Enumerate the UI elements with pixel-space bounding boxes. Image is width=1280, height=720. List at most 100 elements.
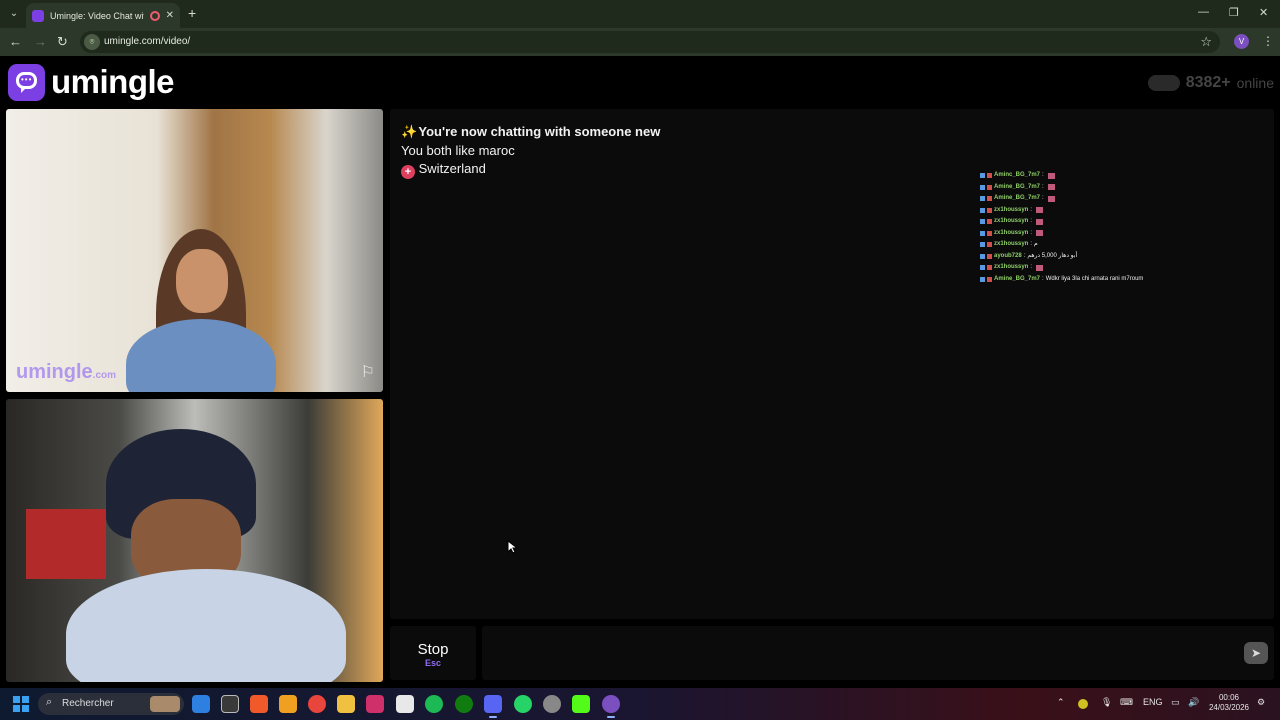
overlay-chat-row: zx1houssyn : bbox=[980, 216, 1272, 228]
search-icon: ⌕ bbox=[46, 696, 53, 708]
stop-button[interactable]: Stop Esc bbox=[390, 626, 476, 680]
stop-shortcut: Esc bbox=[424, 658, 441, 668]
overlay-username: zx1houssyn bbox=[994, 229, 1029, 236]
xbox-icon[interactable] bbox=[455, 695, 473, 713]
emote-icon bbox=[1047, 172, 1055, 179]
notification-icon[interactable]: ⚙ bbox=[1257, 697, 1265, 708]
brand-name: umingle bbox=[51, 63, 175, 100]
user-badge-icon bbox=[987, 219, 992, 225]
bookmark-star-icon[interactable]: ☆ bbox=[1200, 34, 1212, 50]
back-icon[interactable]: ← bbox=[9, 35, 22, 49]
defender-icon[interactable] bbox=[192, 695, 210, 713]
emote-icon bbox=[1036, 218, 1044, 225]
microphone-icon[interactable]: 🎙 bbox=[1101, 697, 1112, 708]
overlay-chat-row: zx1houssyn : bbox=[980, 262, 1272, 274]
overlay-chat-row: Aminc_BG_7m7 : bbox=[980, 170, 1272, 182]
platform-badge-icon bbox=[980, 207, 985, 213]
user-badge-icon bbox=[987, 184, 992, 190]
discord-icon[interactable] bbox=[484, 695, 502, 718]
system-clock[interactable]: 00:06 24/03/2026 bbox=[1208, 693, 1250, 713]
overlay-chat-row: zx1houssyn : bbox=[980, 228, 1272, 240]
overlay-username: zx1houssyn bbox=[994, 218, 1029, 225]
taskbar-search[interactable]: ⌕ Rechercher bbox=[38, 693, 184, 715]
user-badge-icon bbox=[987, 242, 992, 248]
url-text[interactable]: umingle.com/video/ bbox=[104, 36, 190, 47]
task-view-icon[interactable] bbox=[221, 695, 239, 713]
chrome-profile-icon[interactable] bbox=[602, 695, 620, 718]
overlay-username: zx1houssyn bbox=[994, 241, 1029, 248]
address-bar[interactable]: ⌾ umingle.com/video/ ☆ bbox=[80, 31, 1220, 53]
overlay-chat-row: Amine_BG_7m7 : bbox=[980, 182, 1272, 194]
tray-app-icon[interactable] bbox=[1078, 699, 1088, 709]
store-icon[interactable] bbox=[396, 695, 414, 713]
umingle-logo[interactable]: ••• umingle bbox=[8, 63, 175, 101]
jersey-frame bbox=[26, 509, 106, 579]
report-flag-icon[interactable]: ⚐ bbox=[361, 362, 375, 382]
status-title: You're now chatting with someone new bbox=[418, 124, 661, 139]
online-count: 8382+ bbox=[1185, 74, 1231, 91]
message-input[interactable] bbox=[482, 626, 1274, 680]
obs-icon[interactable] bbox=[543, 695, 561, 713]
stranger-shirt bbox=[126, 319, 276, 392]
swiss-flag-icon: + bbox=[401, 165, 415, 179]
tray-overflow-icon[interactable]: ⌃ bbox=[1057, 697, 1065, 708]
stranger-face bbox=[176, 249, 228, 313]
instagram-icon[interactable] bbox=[366, 695, 384, 713]
whatsapp-icon[interactable] bbox=[514, 695, 532, 713]
user-badge-icon bbox=[987, 253, 992, 259]
profile-avatar[interactable]: V bbox=[1234, 34, 1249, 49]
site-info-icon[interactable]: ⌾ bbox=[84, 34, 100, 50]
keyboard-icon[interactable]: ⌨ bbox=[1120, 697, 1133, 708]
vlc-icon[interactable] bbox=[279, 695, 297, 713]
clock-time: 00:06 bbox=[1218, 693, 1240, 702]
brave-icon[interactable] bbox=[250, 695, 268, 713]
file-explorer-icon[interactable] bbox=[337, 695, 355, 713]
common-interest: You both like maroc bbox=[401, 143, 515, 158]
network-icon[interactable]: ▭ bbox=[1171, 697, 1180, 708]
overlay-username: zx1houssyn bbox=[994, 264, 1029, 271]
chrome-icon[interactable] bbox=[308, 695, 326, 713]
windows-start-icon[interactable] bbox=[13, 696, 29, 712]
user-badge-icon bbox=[987, 173, 992, 179]
tab-title: Umingle: Video Chat with S bbox=[50, 10, 144, 21]
platform-badge-icon bbox=[980, 173, 985, 179]
search-label: Rechercher bbox=[62, 698, 114, 709]
tab-list-button[interactable]: ⌄ bbox=[6, 6, 22, 22]
stream-chat-overlay: Aminc_BG_7m7 : Amine_BG_7m7 : Amine_BG_7m7… bbox=[980, 170, 1272, 285]
spotify-icon[interactable] bbox=[425, 695, 443, 713]
platform-badge-icon bbox=[980, 242, 985, 248]
platform-badge-icon bbox=[980, 230, 985, 236]
online-toggle[interactable] bbox=[1147, 75, 1180, 91]
user-badge-icon bbox=[987, 265, 992, 271]
kick-icon[interactable] bbox=[572, 695, 590, 713]
reload-icon[interactable]: ↻ bbox=[57, 35, 68, 49]
overlay-message: م bbox=[1034, 241, 1038, 248]
minimize-icon[interactable]: — bbox=[1198, 6, 1209, 18]
overlay-chat-row: Amine_BG_7m7 : bbox=[980, 193, 1272, 205]
overlay-chat-row: ayoub728 : أبو دهار 5,000 درهم bbox=[980, 251, 1272, 263]
close-window-icon[interactable]: ✕ bbox=[1259, 6, 1268, 19]
send-icon[interactable]: ➤ bbox=[1244, 642, 1268, 664]
user-badge-icon bbox=[987, 276, 992, 282]
windows-taskbar: ⌕ Rechercher ⌃ 🎙 ⌨ ENG ▭ 🔊 00:06 24/03/2… bbox=[0, 688, 1280, 720]
forward-icon[interactable]: → bbox=[34, 35, 47, 49]
overlay-chat-row: zx1houssyn :م bbox=[980, 239, 1272, 251]
browser-tab[interactable]: Umingle: Video Chat with S ✕ bbox=[26, 3, 180, 28]
browser-menu-icon[interactable]: ⋮ bbox=[1262, 34, 1274, 48]
chat-bubble-logo-icon: ••• bbox=[8, 63, 45, 101]
language-indicator[interactable]: ENG bbox=[1143, 697, 1163, 707]
emote-icon bbox=[1047, 184, 1055, 191]
volume-icon[interactable]: 🔊 bbox=[1188, 697, 1199, 708]
online-label: online bbox=[1236, 75, 1274, 91]
close-tab-icon[interactable]: ✕ bbox=[166, 10, 174, 21]
clock-date: 24/03/2026 bbox=[1208, 703, 1250, 712]
overlay-chat-row: zx1houssyn : bbox=[980, 205, 1272, 217]
platform-badge-icon bbox=[980, 253, 985, 259]
user-badge-icon bbox=[987, 230, 992, 236]
stranger-country: + Switzerland bbox=[401, 161, 486, 179]
new-tab-button[interactable]: + bbox=[188, 6, 196, 20]
platform-badge-icon bbox=[980, 265, 985, 271]
recording-indicator-icon bbox=[149, 10, 160, 21]
stop-label: Stop bbox=[417, 641, 449, 658]
restore-icon[interactable]: ❐ bbox=[1229, 6, 1239, 19]
